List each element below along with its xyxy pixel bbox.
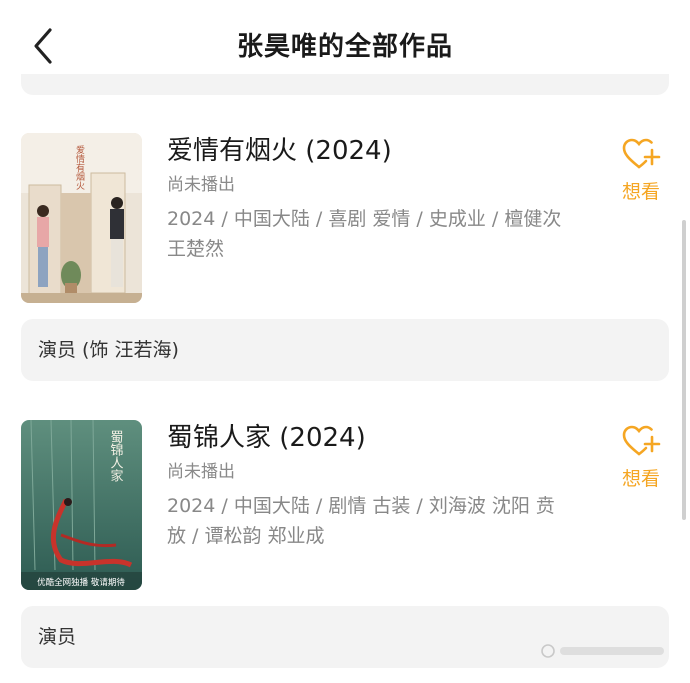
work-status: 尚未播出	[167, 175, 235, 195]
heart-plus-icon	[622, 425, 661, 456]
previous-card	[21, 74, 669, 95]
work-title[interactable]: 蜀锦人家 (2024)	[167, 421, 587, 455]
work-meta: 2024 / 中国大陆 / 喜剧 爱情 / 史成业 / 檀健次 王楚然	[167, 208, 562, 260]
want-to-watch-button[interactable]: 想看	[617, 424, 665, 491]
work-item[interactable]: 爱情有烟火 爱情有烟火 (2024) 尚未播出 2024 / 中国大陆 / 喜剧…	[0, 133, 690, 391]
poster-title-text: 蜀锦人家	[108, 430, 124, 482]
work-item[interactable]: 蜀锦人家 优酷全网独播 敬请期待 蜀锦人家 (2024) 尚未播出 2024 /…	[0, 420, 690, 678]
work-info: 爱情有烟火 (2024) 尚未播出 2024 / 中国大陆 / 喜剧 爱情 / …	[167, 133, 587, 264]
poster-image[interactable]: 蜀锦人家 优酷全网独播 敬请期待	[21, 420, 142, 590]
heart-plus-icon	[622, 138, 661, 169]
watermark-logo	[541, 644, 664, 658]
want-label: 想看	[621, 468, 660, 490]
poster-title-text: 爱情有烟火	[74, 145, 85, 190]
poster-image[interactable]: 爱情有烟火	[21, 133, 142, 303]
role-badge: 演员 (饰 汪若海)	[21, 319, 669, 381]
work-info: 蜀锦人家 (2024) 尚未播出 2024 / 中国大陆 / 剧情 古装 / 刘…	[167, 420, 587, 551]
work-status: 尚未播出	[167, 462, 235, 482]
scrollbar[interactable]	[682, 220, 686, 520]
want-label: 想看	[621, 181, 660, 203]
work-meta: 2024 / 中国大陆 / 剧情 古装 / 刘海波 沈阳 贲放 / 谭松韵 郑业…	[167, 495, 555, 547]
want-to-watch-button[interactable]: 想看	[617, 137, 665, 204]
work-title[interactable]: 爱情有烟火 (2024)	[167, 134, 587, 168]
poster-caption: 优酷全网独播 敬请期待	[37, 577, 125, 588]
page-title: 张昊唯的全部作品	[236, 32, 453, 62]
